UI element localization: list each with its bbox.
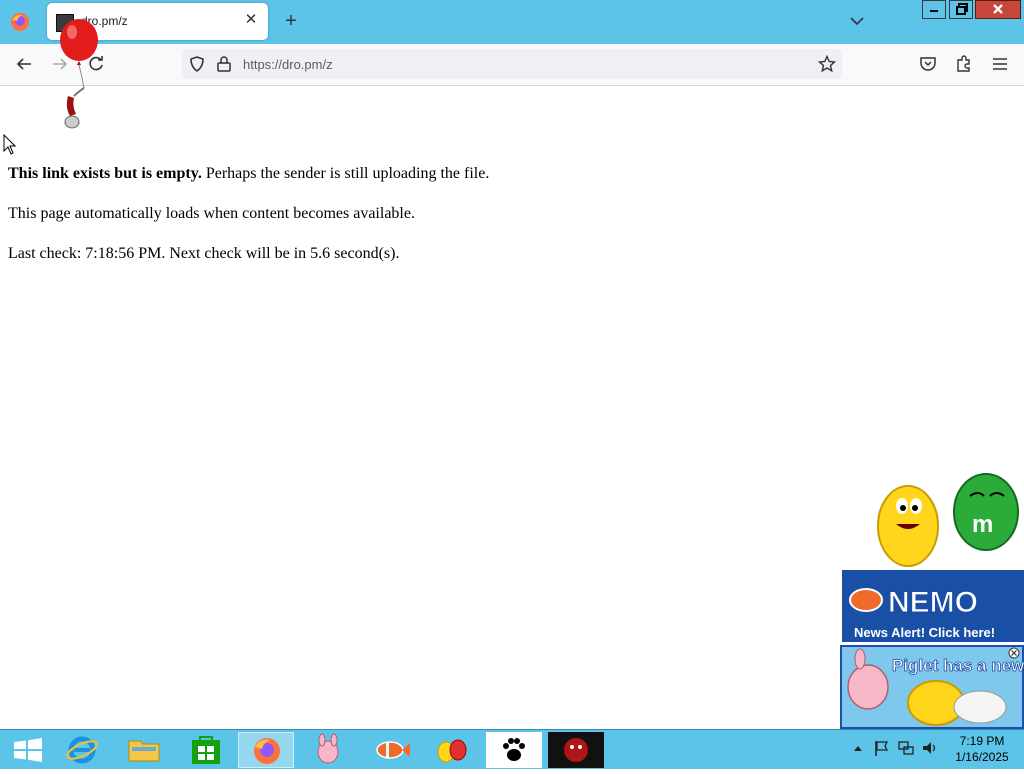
last-check-line: Last check: 7:18:56 PM. Next check will … (8, 245, 400, 262)
navigation-toolbar: https://dro.pm/z (0, 44, 1024, 86)
network-icon[interactable] (897, 738, 915, 758)
close-tab-icon[interactable]: ✕ (243, 11, 259, 29)
status-message-bold: This link exists but is empty. (8, 165, 202, 182)
red-balloon-sprite-icon[interactable] (54, 16, 104, 132)
address-bar[interactable]: https://dro.pm/z (182, 49, 842, 79)
lock-icon[interactable] (216, 55, 232, 73)
back-arrow-icon[interactable] (14, 54, 34, 74)
mm-logo-glyph: m (972, 511, 993, 538)
start-windows-icon[interactable] (0, 732, 56, 768)
firefox-view-icon[interactable] (8, 10, 32, 34)
minimize-window-button[interactable] (922, 0, 946, 19)
system-clock[interactable]: 7:19 PM 1/16/2025 (944, 733, 1020, 765)
pocket-icon[interactable] (918, 54, 938, 74)
paw-print-app-button[interactable] (486, 732, 542, 768)
volume-speaker-icon[interactable] (921, 738, 939, 758)
clock-time: 7:19 PM (959, 734, 1005, 748)
mouse-pointer-icon (3, 134, 17, 155)
restore-window-button[interactable] (949, 0, 973, 19)
list-all-tabs-chevron-icon[interactable] (848, 12, 866, 30)
mm-ad-caption: News Alert! Click here! (854, 625, 995, 640)
mm-nemo-ad-banner[interactable]: m NEMO News Alert! Click here! (842, 466, 1024, 642)
nemo-fish-app-icon[interactable] (362, 732, 418, 768)
red-creature-icon (564, 738, 588, 762)
auto-reload-note: This page automatically loads when conte… (8, 205, 415, 222)
action-center-flag-icon[interactable] (873, 738, 891, 758)
status-message: This link exists but is empty. Perhaps t… (8, 164, 489, 183)
close-ad-icon[interactable] (1008, 647, 1020, 659)
internet-explorer-icon[interactable] (54, 732, 110, 768)
taskbar-firefox-button[interactable] (238, 732, 294, 768)
minimize-icon (930, 10, 938, 12)
piglet-ad-banner[interactable]: Piglet has a new for you! (840, 645, 1024, 729)
file-explorer-folder-icon[interactable] (116, 732, 172, 768)
close-icon (993, 4, 1003, 14)
red-creature-app-button[interactable] (548, 732, 604, 768)
new-tab-icon[interactable]: + (281, 10, 301, 32)
tab-strip: dro.pm/z ✕ + (0, 0, 1024, 44)
paw-print-icon (503, 738, 525, 761)
status-message-rest: Perhaps the sender is still uploading th… (201, 165, 490, 182)
show-hidden-icons-chevron-icon[interactable] (852, 738, 864, 758)
mm-characters-app-icon[interactable] (424, 732, 480, 768)
nemo-logo-text: NEMO (888, 586, 978, 619)
restore-icon (956, 3, 968, 15)
piglet-app-icon[interactable] (300, 732, 356, 768)
url-text[interactable]: https://dro.pm/z (243, 57, 333, 72)
page-body: This link exists but is empty. Perhaps t… (8, 164, 489, 284)
hamburger-menu-icon[interactable] (990, 54, 1010, 74)
piglet-ad-caption: Piglet has a new for you! (892, 656, 1024, 675)
taskbar: 7:19 PM 1/16/2025 (0, 729, 1024, 769)
store-icon[interactable] (178, 732, 234, 768)
clock-date: 1/16/2025 (955, 750, 1009, 764)
tracking-protection-shield-icon[interactable] (188, 55, 206, 73)
bookmark-star-icon[interactable] (818, 55, 836, 73)
firefox-icon (254, 738, 280, 764)
close-window-button[interactable] (975, 0, 1021, 19)
extensions-puzzle-icon[interactable] (954, 54, 974, 74)
